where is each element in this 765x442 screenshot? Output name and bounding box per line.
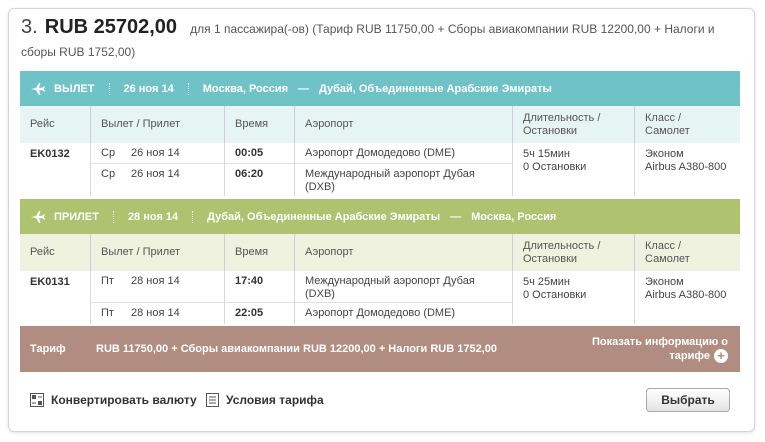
col-time-header: Время [224,234,294,271]
leg-time: 00:05 [235,147,264,159]
leg-dow: Ср [101,168,116,180]
col-class-header: Класс / Самолет [634,234,740,271]
return-date: 28 ноя 14 [127,210,179,223]
duration-header-line1: Длительность / [523,239,601,252]
divider [108,82,110,95]
select-button[interactable]: Выбрать [646,388,730,412]
col-airport-header: Аэропорт [294,106,512,143]
table-row: EK0132 Ср 26 ноя 14 Ср 26 ноя 14 00:05 06:… [20,143,740,196]
leg-date: 28 ноя 14 [131,275,180,287]
class-header-line2: Самолет [645,252,690,265]
flight-stops: 0 Остановки [523,161,587,173]
class-header-line2: Самолет [645,124,690,137]
flight-duration: 5ч 15мин [523,148,570,160]
flight-number: EK0131 [30,276,70,288]
fare-info-link-line2: тарифе [669,350,710,362]
duration-header-line2: Остановки [523,252,578,265]
plane-departure-icon [31,82,45,95]
route-dash: — [450,210,462,223]
col-duration-header: Длительность / Остановки [512,106,634,143]
aircraft-type: Airbus A380-800 [645,289,727,301]
fare-rules-label: Условия тарифа [226,393,324,407]
convert-currency-label: Конвертировать валюту [51,393,197,407]
price-breakdown: для 1 пассажира(-ов) (Тариф RUB 11750,00… [190,22,715,36]
leg-date: 28 ноя 14 [131,307,180,319]
leg-dow: Пт [101,275,114,287]
leg-dow: Пт [101,307,114,319]
flight-stops: 0 Остановки [523,289,587,301]
leg-time: 22:05 [235,307,264,319]
duration-header-line2: Остановки [523,124,578,137]
divider [187,82,189,95]
col-depart-arrive-header: Вылет / Прилет [90,106,224,143]
class-header-line1: Класс / [645,111,682,124]
leg-airport: Аэропорт Домодедово (DME) [305,147,456,159]
outbound-band: ВЫЛЕТ 26 ноя 14 Москва, Россия — Дубай, … [20,71,740,106]
route-dash: — [298,82,309,95]
outbound-to: Дубай, Объединенные Арабские Эмираты [319,82,552,95]
leg-airport: Международный аэропорт Дубая (DXB) [305,275,475,300]
col-flight-header: Рейс [30,118,55,130]
leg-airport: Аэропорт Домодедово (DME) [305,307,456,319]
aircraft-type: Airbus A380-800 [645,161,727,173]
divider [192,210,194,223]
outbound-label: ВЫЛЕТ [54,82,95,95]
class-header-line1: Класс / [645,239,682,252]
fare-rules-link[interactable]: Условия тарифа [206,393,324,407]
flight-duration: 5ч 25мин [523,276,570,288]
return-to: Москва, Россия [471,210,557,223]
duration-header-line1: Длительность / [523,111,601,124]
col-depart-arrive-header: Вылет / Прилет [90,234,224,271]
document-icon [206,393,219,407]
fare-breakdown: RUB 11750,00 + Сборы авиакомпании RUB 12… [96,343,497,355]
convert-currency-link[interactable]: Конвертировать валюту [30,393,197,407]
leg-time: 17:40 [235,275,264,287]
col-time-header: Время [224,106,294,143]
leg-date: 26 ноя 14 [131,168,180,180]
table-header: Рейс Вылет / Прилет Время Аэропорт Длите… [20,234,740,271]
col-class-header: Класс / Самолет [634,106,740,143]
col-flight-header: Рейс [30,246,55,258]
outbound-table: Рейс Вылет / Прилет Время Аэропорт Длите… [20,106,740,196]
option-header: 3. RUB 25702,00 для 1 пассажира(-ов) (Та… [21,17,733,60]
return-band: ПРИЛЕТ 28 ноя 14 Дубай, Объединенные Ара… [20,199,740,234]
currency-converter-icon [30,393,44,407]
cabin-class: Эконом [645,276,684,288]
cabin-class: Эконом [645,148,684,160]
outbound-from: Москва, Россия [202,82,288,95]
leg-airport: Международный аэропорт Дубая (DXB) [305,168,475,193]
flight-number: EK0132 [30,148,70,160]
fare-band: Тариф RUB 11750,00 + Сборы авиакомпании … [20,326,740,372]
fare-label: Тариф [30,343,66,355]
show-fare-info-link[interactable]: Показать информацию о тарифе + [591,335,728,364]
outbound-date: 26 ноя 14 [123,82,174,95]
leg-date: 26 ноя 14 [131,147,180,159]
leg-time: 06:20 [235,168,264,180]
col-duration-header: Длительность / Остановки [512,234,634,271]
fare-info-link-line1: Показать информацию о [591,336,728,348]
return-label: ПРИЛЕТ [54,210,99,223]
return-from: Дубай, Объединенные Арабские Эмираты [207,210,441,223]
total-price: RUB 25702,00 [44,16,178,38]
col-airport-header: Аэропорт [294,234,512,271]
plus-circle-icon[interactable]: + [714,349,728,364]
price-breakdown-cont: сборы RUB 1752,00) [21,45,136,59]
plane-arrival-icon [31,210,45,223]
table-header: Рейс Вылет / Прилет Время Аэропорт Длите… [20,106,740,143]
table-row: EK0131 Пт 28 ноя 14 Пт 28 ноя 14 17:40 22:… [20,271,740,324]
option-number: 3. [21,16,38,38]
return-table: Рейс Вылет / Прилет Время Аэропорт Длите… [20,234,740,324]
divider [112,210,114,223]
leg-dow: Ср [101,147,116,159]
